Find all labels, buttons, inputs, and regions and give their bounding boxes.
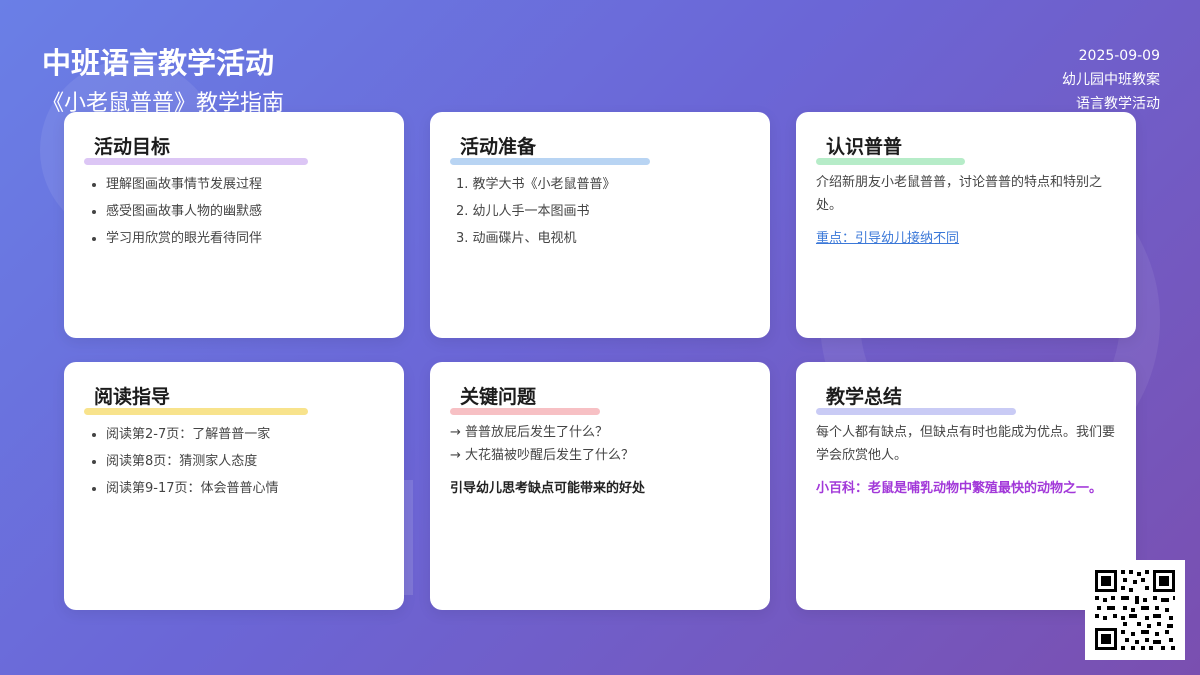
list-item: 3. 动画碟片、电视机	[456, 231, 577, 246]
fun-fact: 小百科：老鼠是哺乳动物中繁殖最快的动物之一。	[816, 481, 1103, 496]
list-item: 阅读第2-7页：了解普普一家	[106, 421, 384, 448]
list-item: 阅读第8页：猜测家人态度	[106, 448, 384, 475]
guidance-note: 引导幼儿思考缺点可能带来的好处	[450, 481, 646, 496]
list-item: 阅读第9-17页：体会普普心情	[106, 475, 384, 502]
title-highlight	[450, 408, 600, 415]
card-goals: 活动目标 理解图画故事情节发展过程 感受图画故事人物的幽默感 学习用欣赏的眼光看…	[64, 112, 404, 338]
card-title: 认识普普	[816, 132, 965, 165]
goals-list: 理解图画故事情节发展过程 感受图画故事人物的幽默感 学习用欣赏的眼光看待同伴	[84, 171, 384, 252]
date-label: 2025-09-09	[1078, 48, 1160, 64]
question-item: → 普普放屁后发生了什么？	[450, 425, 609, 440]
header-meta: 2025-09-09 幼儿园中班教案 语言教学活动	[1062, 44, 1160, 116]
page-title: 中班语言教学活动	[42, 46, 275, 80]
card-questions: 关键问题 → 普普放屁后发生了什么？ → 大花猫被吵醒后发生了什么？ 引导幼儿思…	[430, 362, 770, 610]
card-reading: 阅读指导 阅读第2-7页：了解普普一家 阅读第8页：猜测家人态度 阅读第9-17…	[64, 362, 404, 610]
category-label: 幼儿园中班教案	[1062, 72, 1160, 88]
card-title: 阅读指导	[84, 382, 308, 415]
qr-code-graphic	[1095, 570, 1175, 650]
card-text: 介绍新朋友小老鼠普普，讨论普普的特点和特别之处。	[816, 175, 1103, 213]
card-text: 每个人都有缺点，但缺点有时也能成为优点。我们要学会欣赏他人。	[816, 425, 1116, 463]
card-title: 活动准备	[450, 132, 650, 165]
title-highlight	[84, 408, 308, 415]
card-title: 关键问题	[450, 382, 600, 415]
card-meet: 认识普普 介绍新朋友小老鼠普普，讨论普普的特点和特别之处。 重点：引导幼儿接纳不…	[796, 112, 1136, 338]
card-title: 教学总结	[816, 382, 1016, 415]
list-item: 理解图画故事情节发展过程	[106, 171, 384, 198]
card-title: 活动目标	[84, 132, 308, 165]
prep-list: 1. 教学大书《小老鼠普普》 2. 幼儿人手一本图画书 3. 动画碟片、电视机	[450, 171, 750, 252]
list-item: 2. 幼儿人手一本图画书	[456, 204, 590, 219]
list-item: 1. 教学大书《小老鼠普普》	[456, 177, 616, 192]
title-highlight	[84, 158, 308, 165]
reading-list: 阅读第2-7页：了解普普一家 阅读第8页：猜测家人态度 阅读第9-17页：体会普…	[84, 421, 384, 502]
question-item: → 大花猫被吵醒后发生了什么？	[450, 448, 635, 463]
focus-link[interactable]: 重点：引导幼儿接纳不同	[816, 227, 1116, 246]
card-prep: 活动准备 1. 教学大书《小老鼠普普》 2. 幼儿人手一本图画书 3. 动画碟片…	[430, 112, 770, 338]
list-item: 感受图画故事人物的幽默感	[106, 198, 384, 225]
title-highlight	[816, 408, 1016, 415]
qr-code	[1085, 560, 1185, 660]
title-highlight	[450, 158, 650, 165]
list-item: 学习用欣赏的眼光看待同伴	[106, 225, 384, 252]
title-highlight	[816, 158, 965, 165]
